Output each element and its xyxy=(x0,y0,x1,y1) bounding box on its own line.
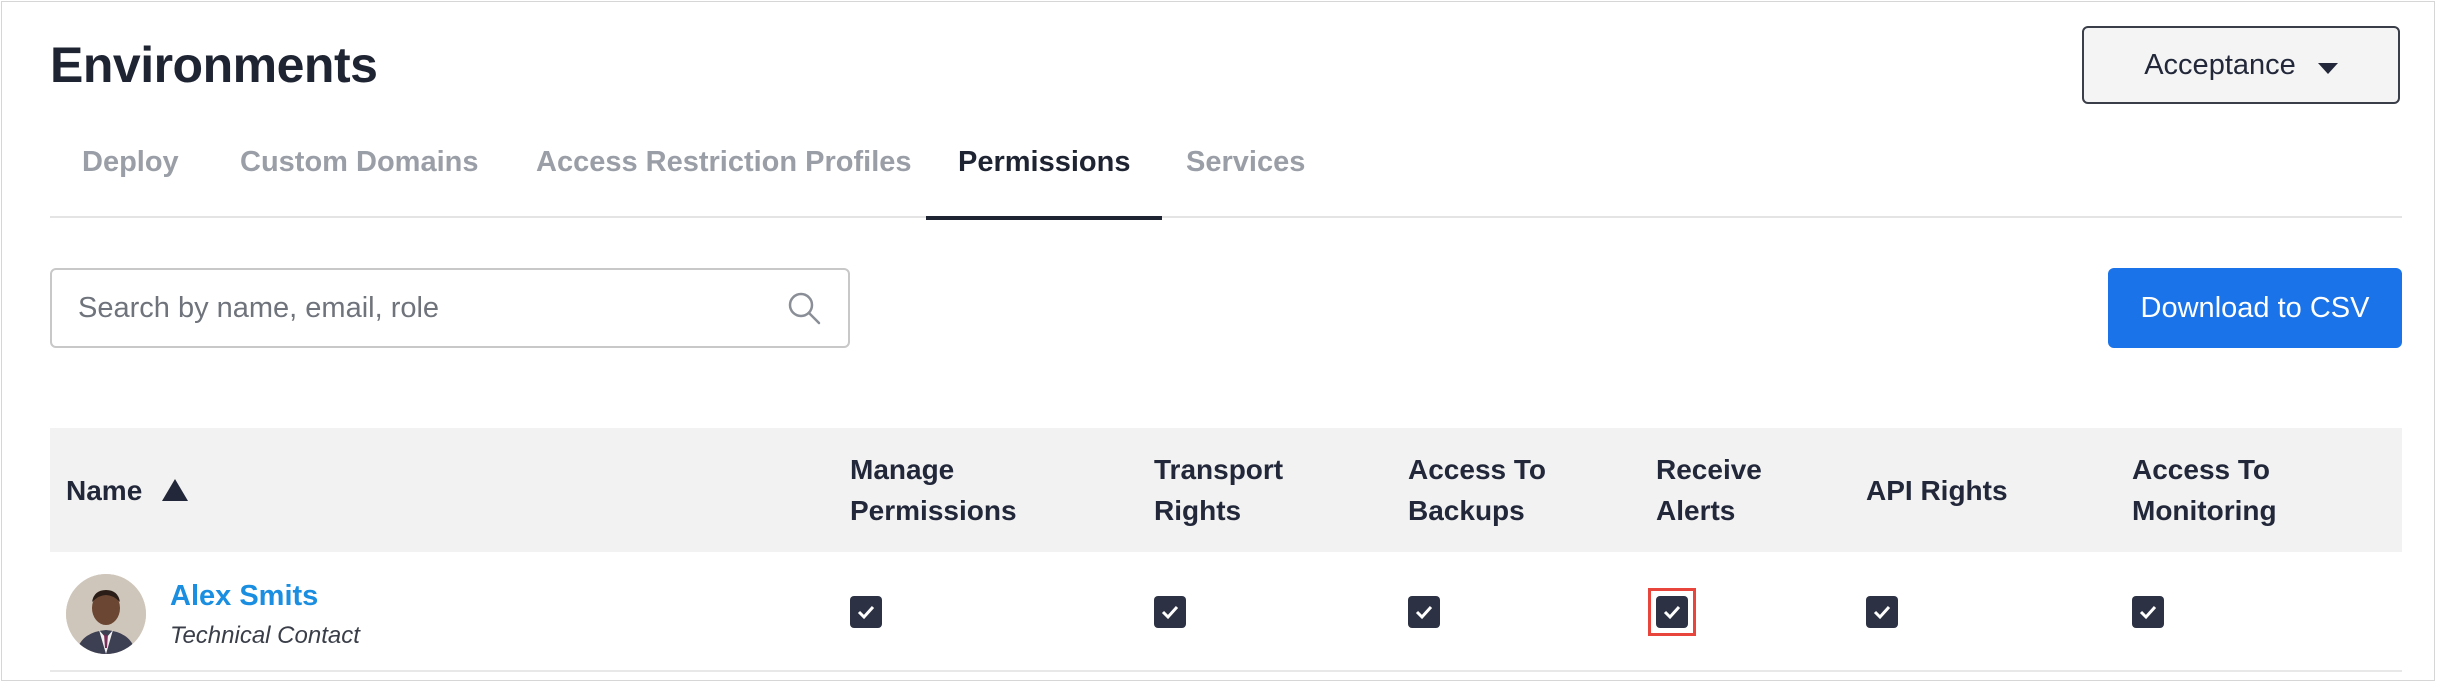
table-row: Alex Smits Technical Contact xyxy=(50,552,2402,672)
app-frame: Environments Acceptance Deploy Custom Do… xyxy=(1,1,2435,681)
check-icon xyxy=(1873,605,1891,620)
column-header-receive-alerts: Receive Alerts xyxy=(1656,454,1762,526)
column-header-manage-permissions: Manage Permissions xyxy=(850,454,1017,526)
sort-ascending-icon xyxy=(162,479,189,501)
search-box xyxy=(50,268,850,348)
check-icon xyxy=(857,605,875,620)
avatar xyxy=(66,574,146,654)
tab-bar: Deploy Custom Domains Access Restriction… xyxy=(50,132,2402,220)
checkbox-api-rights[interactable] xyxy=(1866,596,1898,628)
tab-services[interactable]: Services xyxy=(1186,132,1305,218)
column-header-access-to-monitoring: Access To Monitoring xyxy=(2132,454,2277,526)
user-name-link[interactable]: Alex Smits xyxy=(170,580,318,613)
tab-permissions[interactable]: Permissions xyxy=(926,132,1163,220)
page-title: Environments xyxy=(50,37,378,93)
environment-select[interactable]: Acceptance xyxy=(2082,26,2400,104)
column-header-access-to-backups: Access To Backups xyxy=(1408,454,1546,526)
environment-select-value: Acceptance xyxy=(2144,48,2296,81)
chevron-down-icon xyxy=(2317,62,2338,74)
check-icon xyxy=(1161,605,1179,620)
column-header-name[interactable]: Name xyxy=(66,428,189,552)
column-header-transport-rights: Transport Rights xyxy=(1154,454,1284,526)
check-icon xyxy=(1415,605,1433,620)
checkbox-access-to-monitoring[interactable] xyxy=(2132,596,2164,628)
check-icon xyxy=(2139,605,2157,620)
download-csv-button[interactable]: Download to CSV xyxy=(2108,268,2402,348)
checkbox-manage-permissions[interactable] xyxy=(850,596,882,628)
tab-custom-domains[interactable]: Custom Domains xyxy=(240,132,478,218)
person-photo-icon xyxy=(66,574,146,654)
permissions-table: Name Manage Permissions Transport Rights A… xyxy=(50,428,2402,672)
user-role: Technical Contact xyxy=(170,622,360,649)
checkbox-transport-rights[interactable] xyxy=(1154,596,1186,628)
search-input[interactable] xyxy=(76,277,784,339)
table-header: Name Manage Permissions Transport Rights A… xyxy=(50,428,2402,552)
check-icon xyxy=(1663,605,1681,620)
column-header-api-rights: API Rights xyxy=(1866,474,2008,506)
tab-deploy[interactable]: Deploy xyxy=(82,132,179,218)
search-icon[interactable] xyxy=(784,288,824,328)
checkbox-receive-alerts[interactable] xyxy=(1656,596,1688,628)
tab-access-restriction-profiles[interactable]: Access Restriction Profiles xyxy=(536,132,912,218)
checkbox-access-to-backups[interactable] xyxy=(1408,596,1440,628)
